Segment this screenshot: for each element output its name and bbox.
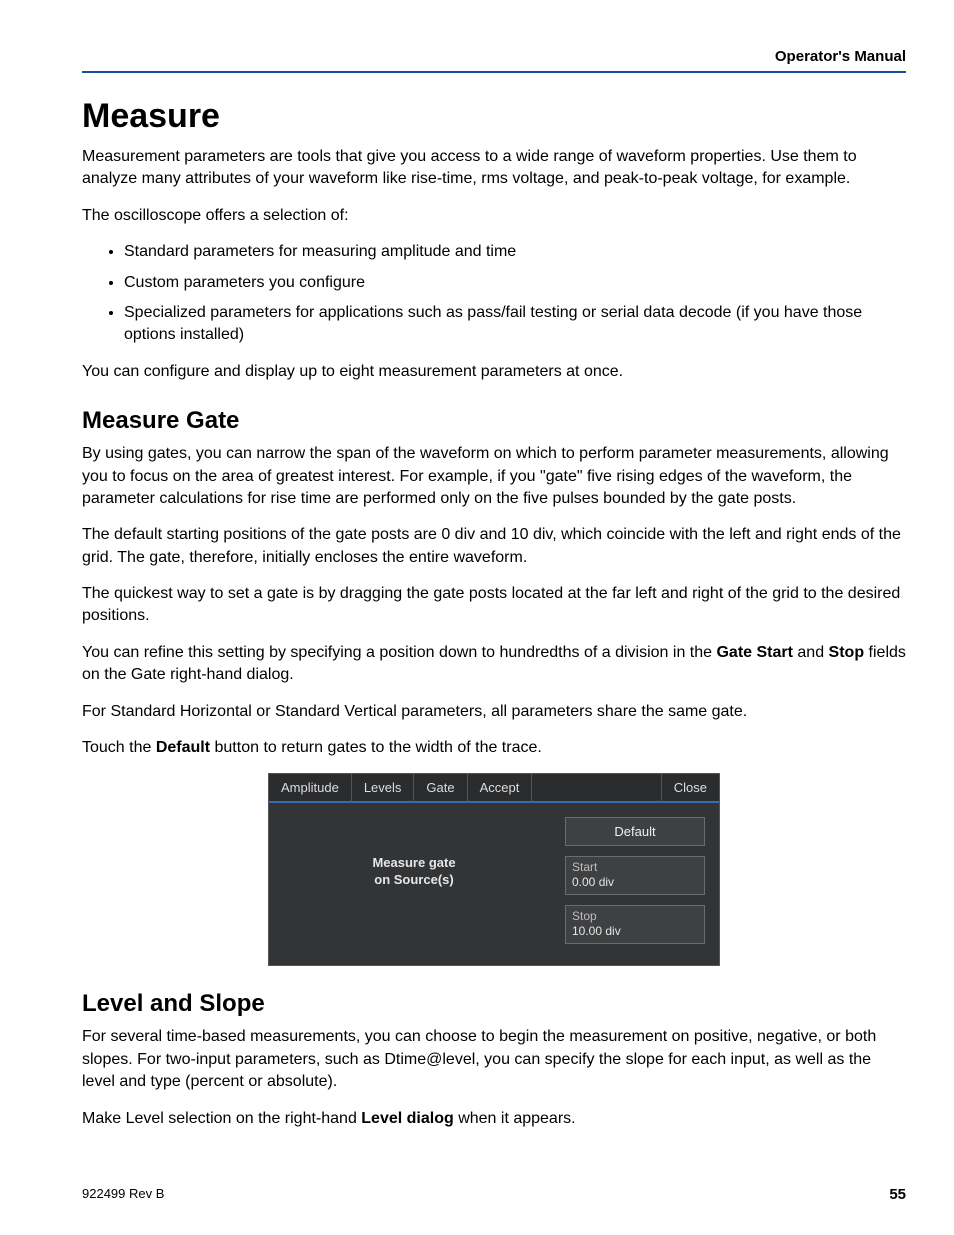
intro-paragraph-3: You can configure and display up to eigh… bbox=[82, 361, 906, 383]
gate-paragraph: For Standard Horizontal or Standard Vert… bbox=[82, 701, 906, 723]
tab-amplitude[interactable]: Amplitude bbox=[269, 774, 352, 803]
text: button to return gates to the width of t… bbox=[210, 739, 542, 756]
gate-start-term: Gate Start bbox=[716, 644, 792, 661]
level-slope-paragraph: For several time-based measurements, you… bbox=[82, 1026, 906, 1093]
page-footer: 922499 Rev B 55 bbox=[82, 1186, 906, 1203]
level-slope-paragraph: Make Level selection on the right-hand L… bbox=[82, 1108, 906, 1130]
gate-paragraph: By using gates, you can narrow the span … bbox=[82, 443, 906, 510]
gate-paragraph: Touch the Default button to return gates… bbox=[82, 737, 906, 759]
list-item: Custom parameters you configure bbox=[124, 272, 906, 294]
intro-paragraph-1: Measurement parameters are tools that gi… bbox=[82, 146, 906, 191]
gate-paragraph: The default starting positions of the ga… bbox=[82, 524, 906, 569]
level-dialog-term: Level dialog bbox=[361, 1110, 453, 1127]
text: Measure gate bbox=[372, 855, 455, 870]
start-value: 0.00 div bbox=[572, 875, 698, 890]
gate-paragraph: The quickest way to set a gate is by dra… bbox=[82, 583, 906, 628]
heading-measure-gate: Measure Gate bbox=[82, 407, 906, 435]
footer-page-number: 55 bbox=[889, 1186, 906, 1203]
feature-list: Standard parameters for measuring amplit… bbox=[104, 241, 906, 347]
heading-measure: Measure bbox=[82, 97, 906, 136]
default-term: Default bbox=[156, 739, 210, 756]
text: on Source(s) bbox=[374, 872, 453, 887]
stop-value: 10.00 div bbox=[572, 924, 698, 939]
dialog-tabs: Amplitude Levels Gate Accept Close bbox=[269, 774, 719, 803]
stop-label: Stop bbox=[572, 909, 698, 924]
tab-gap bbox=[532, 774, 660, 803]
stop-term: Stop bbox=[829, 644, 865, 661]
measure-gate-label: Measure gate on Source(s) bbox=[372, 855, 455, 888]
text: and bbox=[793, 644, 829, 661]
start-field[interactable]: Start 0.00 div bbox=[565, 856, 705, 895]
text: You can refine this setting by specifyin… bbox=[82, 644, 716, 661]
footer-revision: 922499 Rev B bbox=[82, 1186, 164, 1203]
text: Make Level selection on the right-hand bbox=[82, 1110, 361, 1127]
default-button[interactable]: Default bbox=[565, 817, 705, 846]
intro-paragraph-2: The oscilloscope offers a selection of: bbox=[82, 205, 906, 227]
page-header-title: Operator's Manual bbox=[82, 48, 906, 73]
tab-accept[interactable]: Accept bbox=[468, 774, 533, 803]
tab-levels[interactable]: Levels bbox=[352, 774, 415, 803]
tab-gate[interactable]: Gate bbox=[414, 774, 467, 803]
list-item: Specialized parameters for applications … bbox=[124, 302, 906, 347]
stop-field[interactable]: Stop 10.00 div bbox=[565, 905, 705, 944]
text: when it appears. bbox=[454, 1110, 576, 1127]
start-label: Start bbox=[572, 860, 698, 875]
list-item: Standard parameters for measuring amplit… bbox=[124, 241, 906, 263]
text: Touch the bbox=[82, 739, 156, 756]
heading-level-slope: Level and Slope bbox=[82, 990, 906, 1018]
gate-paragraph: You can refine this setting by specifyin… bbox=[82, 642, 906, 687]
gate-dialog: Amplitude Levels Gate Accept Close Measu… bbox=[268, 773, 720, 966]
close-button[interactable]: Close bbox=[661, 774, 719, 803]
